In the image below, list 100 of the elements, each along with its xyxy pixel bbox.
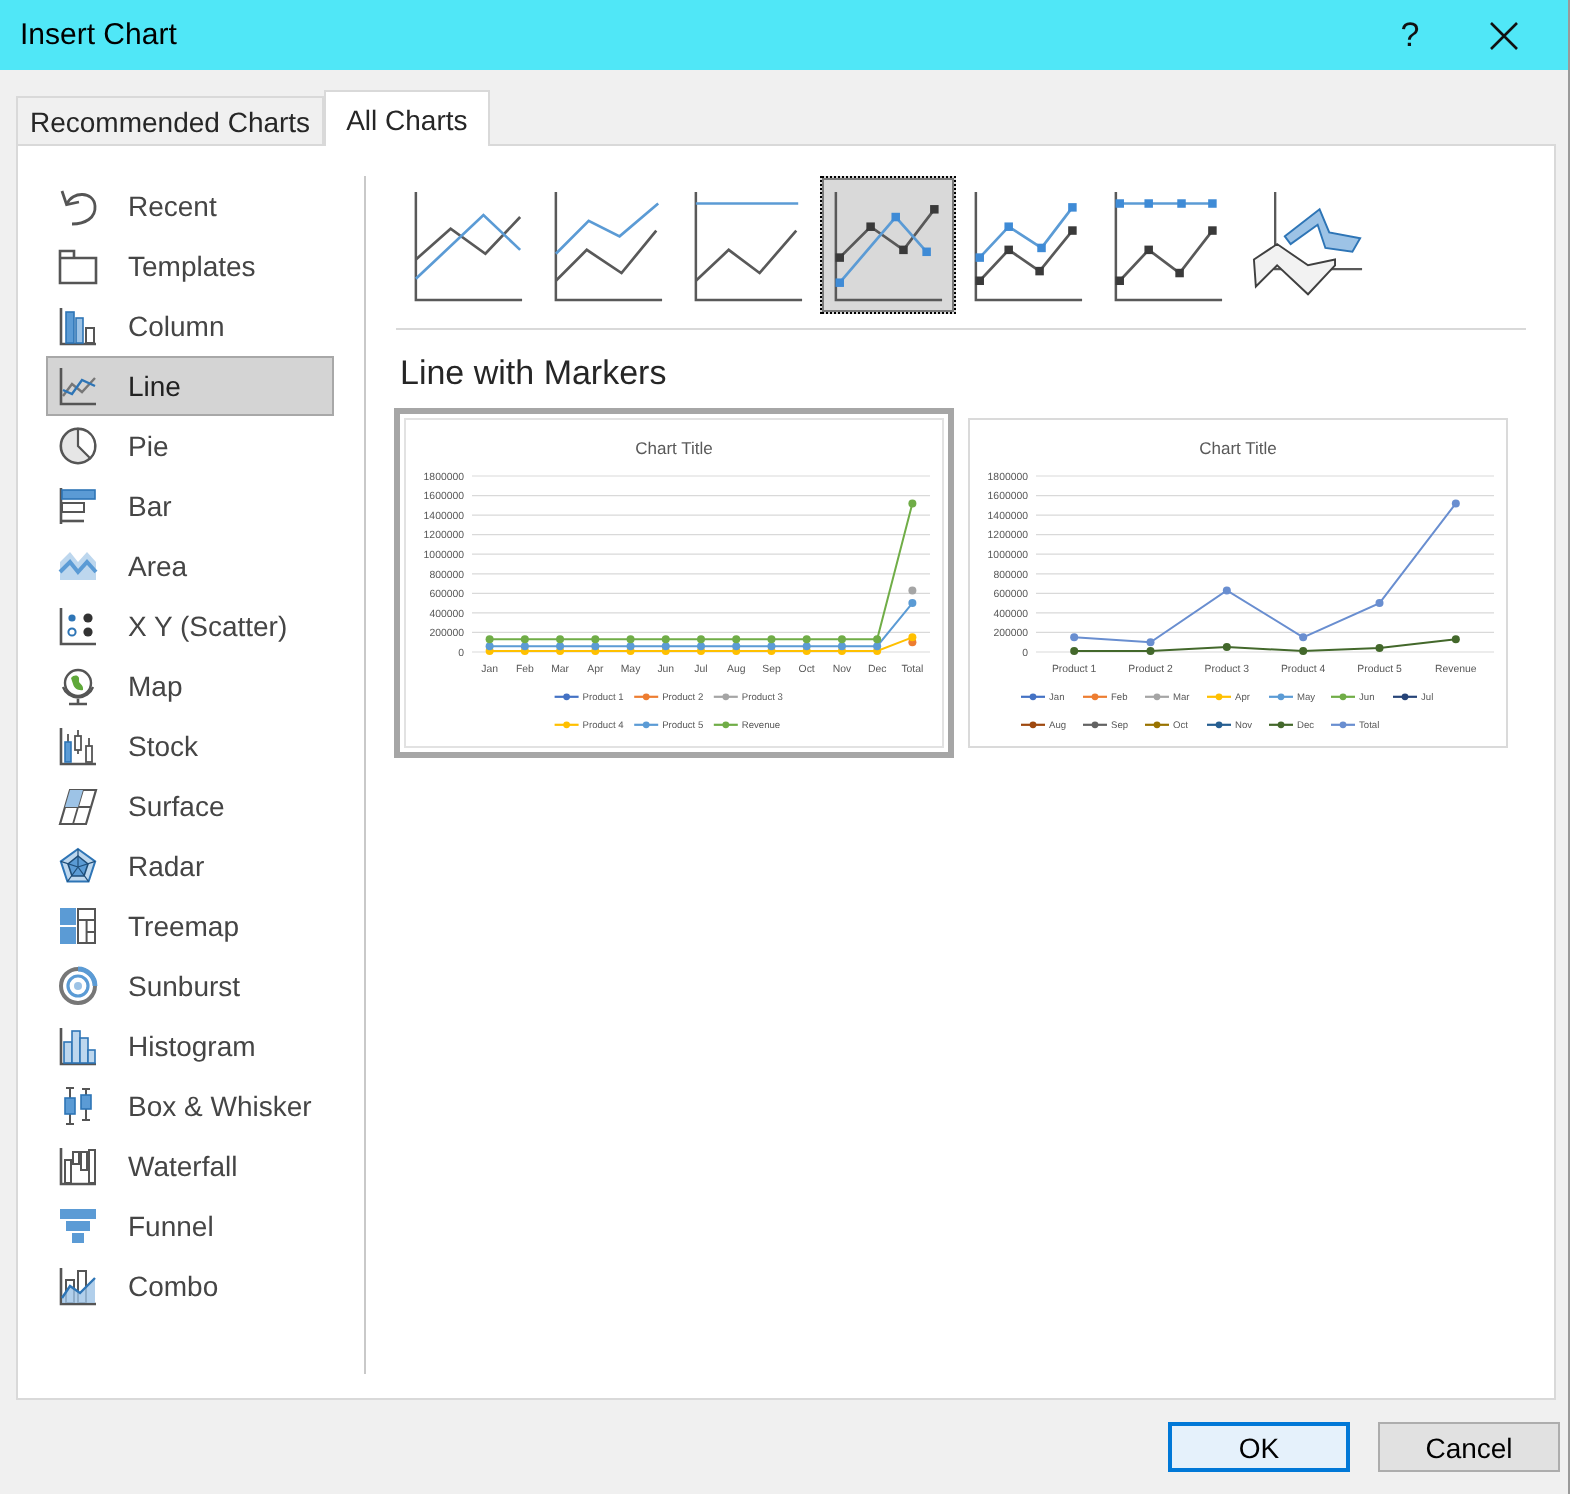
legend-key-icon <box>554 721 579 729</box>
line-chart-icon <box>412 189 524 301</box>
line-chart-icon <box>58 366 98 406</box>
percent-stacked-line-chart-icon <box>692 189 804 301</box>
point <box>802 642 811 651</box>
legend-key-icon <box>554 693 579 701</box>
tab[interactable]: All Charts <box>324 90 490 146</box>
pie-chart-icon <box>58 426 98 466</box>
point <box>556 635 565 644</box>
sidebar-item[interactable]: Combo <box>46 1256 334 1316</box>
point <box>837 642 846 651</box>
point <box>697 642 705 651</box>
point <box>908 499 917 508</box>
point <box>1070 633 1079 642</box>
sidebar-item[interactable]: Recent <box>46 176 334 236</box>
point <box>908 633 917 642</box>
funnel-icon <box>58 1206 98 1246</box>
waterfall-chart-icon <box>58 1146 98 1186</box>
sidebar-item[interactable]: Line <box>46 356 334 416</box>
stock-chart-icon <box>58 726 98 766</box>
sidebar-item[interactable]: Map <box>46 656 334 716</box>
dialog-button[interactable]: Cancel <box>1378 1422 1560 1472</box>
close-icon <box>1490 21 1518 49</box>
stacked-line-chart-icon <box>552 189 664 301</box>
legend-key-icon <box>1269 721 1293 729</box>
legend-key-icon <box>713 693 738 701</box>
point <box>732 635 741 644</box>
point <box>520 642 529 651</box>
point <box>1451 635 1460 644</box>
legend-key-icon <box>634 721 659 729</box>
legend-key-icon <box>1083 721 1107 729</box>
curved-arrow-icon <box>58 186 98 226</box>
column-chart-icon <box>58 306 98 346</box>
sidebar-item[interactable]: Pie <box>46 416 334 476</box>
sidebar-item[interactable]: Treemap <box>46 896 334 956</box>
legend-key-icon <box>1207 721 1231 729</box>
help-button[interactable]: ? <box>1380 0 1440 70</box>
point <box>1222 643 1231 652</box>
sidebar-item[interactable]: Funnel <box>46 1196 334 1256</box>
point <box>873 642 882 651</box>
point <box>873 635 882 644</box>
treemap-icon <box>58 906 98 946</box>
legend-key-icon <box>1393 693 1417 701</box>
sidebar-item[interactable]: Radar <box>46 836 334 896</box>
point <box>556 642 565 651</box>
sidebar-item[interactable]: X Y (Scatter) <box>46 596 334 656</box>
sidebar-item[interactable]: Sunburst <box>46 956 334 1016</box>
tab[interactable]: Recommended Charts <box>16 96 325 144</box>
point <box>1146 647 1155 656</box>
chart-title: Chart Title <box>635 438 713 458</box>
point <box>661 642 670 651</box>
point <box>767 635 776 644</box>
sidebar-item[interactable]: Column <box>46 296 334 356</box>
sidebar-item[interactable]: Histogram <box>46 1016 334 1076</box>
legend-key-icon <box>1021 693 1045 701</box>
window-title: Insert Chart <box>20 18 179 52</box>
line-with-markers-icon <box>832 189 944 301</box>
point <box>767 642 776 651</box>
percent-stacked-markers-icon <box>1112 189 1224 301</box>
histogram-icon <box>58 1026 98 1066</box>
radar-chart-icon <box>58 846 98 886</box>
dialog-button[interactable]: OK <box>1168 1422 1350 1472</box>
point <box>626 642 635 651</box>
legend-key-icon <box>1331 721 1355 729</box>
sidebar-item[interactable]: Waterfall <box>46 1136 334 1196</box>
combo-chart-icon <box>58 1266 98 1306</box>
sidebar-item[interactable]: Stock <box>46 716 334 776</box>
point <box>485 642 494 651</box>
bar-chart-icon <box>58 486 98 526</box>
point <box>626 635 635 644</box>
point <box>1299 647 1308 656</box>
sidebar-item[interactable]: Surface <box>46 776 334 836</box>
point <box>1222 586 1231 595</box>
point <box>1375 599 1384 608</box>
point <box>837 635 846 644</box>
point <box>732 642 741 651</box>
legend-key-icon <box>1269 693 1293 701</box>
point <box>591 642 600 651</box>
box-whisker-icon <box>58 1086 98 1126</box>
point <box>485 635 494 644</box>
globe-icon <box>58 666 98 706</box>
sidebar-item[interactable]: Box & Whisker <box>46 1076 334 1136</box>
chart-subtype-button[interactable] <box>820 176 956 314</box>
sidebar-item[interactable]: Bar <box>46 476 334 536</box>
point <box>661 635 670 644</box>
point <box>1146 638 1155 647</box>
point <box>1451 499 1460 508</box>
legend-key-icon <box>713 721 738 729</box>
chart-title: Chart Title <box>1199 438 1277 458</box>
legend-key-icon <box>1145 693 1169 701</box>
legend-key-icon <box>1021 721 1045 729</box>
sunburst-icon <box>58 966 98 1006</box>
sidebar-item[interactable]: Templates <box>46 236 334 296</box>
point <box>1375 644 1384 653</box>
stacked-line-markers-icon <box>972 189 1084 301</box>
legend-key-icon <box>1083 693 1107 701</box>
point <box>1299 633 1308 642</box>
sidebar-item[interactable]: Area <box>46 536 334 596</box>
legend-key-icon <box>1207 693 1231 701</box>
point <box>1070 647 1079 656</box>
